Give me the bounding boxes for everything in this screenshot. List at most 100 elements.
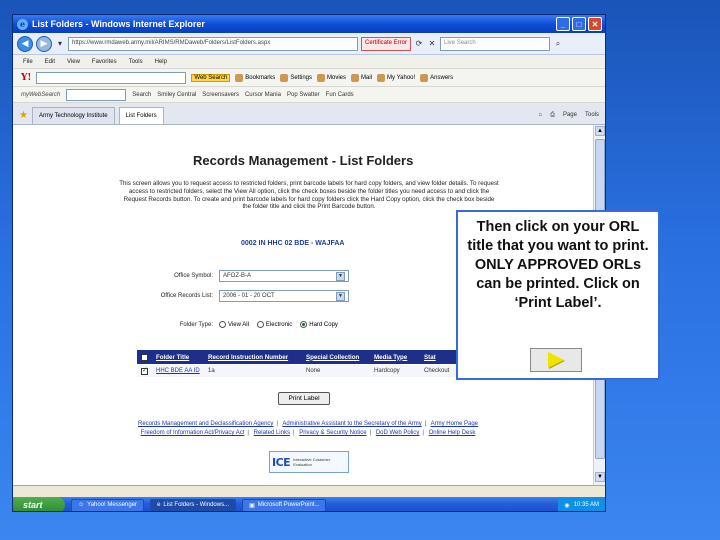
ice-logo: ICE (272, 455, 291, 469)
folder-type-view-all[interactable]: View All (219, 321, 249, 328)
taskbar: start ☺ Yahoo! Messenger e List Folders - … (13, 497, 605, 511)
menu-help[interactable]: Help (155, 59, 167, 65)
refresh-icon[interactable]: ⟳ (414, 39, 424, 49)
ice-text: Interactive Customer Evaluation (293, 457, 331, 467)
folder-type-row: Folder Type: View All Electronic Hard Co… (143, 321, 338, 328)
start-button[interactable]: start (13, 497, 65, 511)
play-arrow-icon (548, 352, 564, 368)
mail-icon (351, 73, 360, 82)
footer-link-foia[interactable]: Freedom of Information Act/Privacy Act (141, 430, 245, 436)
yahoo-search-input[interactable] (36, 71, 187, 84)
yahoo-answers-button[interactable]: Answers (420, 73, 453, 82)
yahoo-my-yahoo-button[interactable]: My Yahoo! (377, 73, 415, 82)
footer-link-help-desk[interactable]: Online Help Desk (429, 430, 476, 436)
mywebsearch-toolbar: myWebSearch Search Smiley Central Screen… (13, 87, 605, 103)
close-button[interactable]: ✕ (588, 17, 602, 31)
menu-edit[interactable]: Edit (45, 59, 55, 65)
yahoo-settings-button[interactable]: Settings (280, 73, 312, 82)
powerpoint-icon: ▣ (249, 502, 255, 509)
radio-on-icon (300, 321, 308, 328)
header-media-type[interactable]: Media Type (371, 354, 421, 361)
header-record-instruction[interactable]: Record Instruction Number (205, 354, 303, 361)
task-powerpoint[interactable]: ▣ Microsoft PowerPoint... (242, 498, 327, 511)
cell-status: Checkout (424, 368, 450, 374)
cell-special-collection: None (306, 368, 321, 374)
footer-links: Records Management and Declassification … (138, 421, 478, 436)
clock: 10:35 AM (573, 502, 599, 508)
tab-army-technology[interactable]: Army Technology Institute (31, 107, 115, 124)
tab-bar: ★ Army Technology Institute List Folders… (13, 103, 605, 125)
messenger-icon: ☺ (78, 502, 85, 508)
fun-cards-button[interactable]: Fun Cards (326, 92, 354, 98)
movies-icon (317, 73, 325, 82)
search-icon[interactable]: ⌕ (553, 39, 563, 49)
yahoo-bookmarks-button[interactable]: Bookmarks (235, 73, 275, 82)
scroll-up-icon[interactable]: ▲ (595, 126, 605, 136)
select-all-checkbox[interactable] (141, 353, 148, 361)
table-row[interactable]: HHC BDE AA ID 1a None Hardcopy Checkout (137, 365, 469, 377)
print-label-button[interactable]: Print Label (278, 392, 330, 405)
window-title: List Folders - Windows Internet Explorer (32, 19, 205, 29)
certificate-error-badge[interactable]: Certificate Error (361, 36, 412, 51)
records-list-select[interactable]: 2006 - 01 - 20 OCT ▼ (219, 290, 349, 302)
favorites-star-icon[interactable]: ★ (19, 110, 28, 124)
row-checkbox[interactable] (141, 366, 148, 375)
address-bar: ◀ ▶ ▾ https://www.rmdaweb.army.mil/ARIMS… (13, 33, 605, 55)
url-field[interactable]: https://www.rmdaweb.army.mil/ARIMS/RMDaw… (68, 36, 358, 51)
menu-tools[interactable]: Tools (129, 59, 143, 65)
mywebsearch-logo: myWebSearch (21, 91, 61, 98)
menu-view[interactable]: View (67, 59, 80, 65)
minimize-button[interactable]: _ (556, 17, 570, 31)
scroll-down-icon[interactable]: ▼ (595, 472, 605, 482)
ie-icon: e (17, 18, 28, 30)
task-yahoo-messenger[interactable]: ☺ Yahoo! Messenger (71, 498, 145, 511)
nav-dropdown-icon[interactable]: ▾ (55, 39, 65, 49)
bookmarks-icon (235, 73, 244, 82)
yahoo-mail-button[interactable]: Mail (351, 73, 372, 82)
office-symbol-row: Office Symbol: AFOZ-B-A ▼ (143, 270, 349, 282)
office-symbol-label: Office Symbol: (174, 273, 213, 279)
mywebsearch-input[interactable] (66, 88, 127, 101)
folder-type-hard-copy[interactable]: Hard Copy (300, 321, 338, 328)
header-status[interactable]: Stat (421, 354, 439, 361)
yahoo-logo[interactable]: Y! (21, 73, 31, 83)
forward-button[interactable]: ▶ (36, 35, 52, 52)
cursor-mania-button[interactable]: Cursor Mania (245, 92, 281, 98)
smiley-central-button[interactable]: Smiley Central (157, 92, 196, 98)
footer-link-aasa[interactable]: Administrative Assistant to the Secretar… (282, 421, 421, 427)
tab-list-folders[interactable]: List Folders (118, 107, 164, 124)
maximize-button[interactable]: □ (572, 17, 586, 31)
task-list-folders[interactable]: e List Folders - Windows... (150, 498, 237, 511)
folder-type-electronic[interactable]: Electronic (256, 321, 292, 328)
yahoo-web-search-button[interactable]: Web Search (191, 73, 231, 82)
footer-link-rmda[interactable]: Records Management and Declassification … (138, 421, 273, 427)
page-menu[interactable]: Page (563, 112, 577, 119)
pop-swatter-button[interactable]: Pop Swatter (287, 92, 320, 98)
mywebsearch-search-button[interactable]: Search (132, 92, 151, 98)
yahoo-movies-button[interactable]: Movies (317, 73, 346, 82)
footer-link-army-home[interactable]: Army Home Page (431, 421, 478, 427)
next-slide-button[interactable] (530, 348, 582, 372)
stop-icon[interactable]: ✕ (427, 39, 437, 49)
status-bar (13, 485, 605, 497)
footer-link-privacy[interactable]: Privacy & Security Notice (299, 430, 366, 436)
live-search-input[interactable]: Live Search (440, 36, 551, 51)
menu-file[interactable]: File (23, 59, 33, 65)
home-icon[interactable]: ⌂ (539, 112, 543, 119)
footer-link-dod-policy[interactable]: DoD Web Policy (376, 430, 420, 436)
callout-text: Then click on your ORL title that you wa… (467, 219, 649, 311)
title-bar: e List Folders - Windows Internet Explor… (13, 15, 605, 33)
print-icon[interactable]: ⎙ (550, 112, 555, 119)
footer-link-related[interactable]: Related Links (254, 430, 290, 436)
tools-menu[interactable]: Tools (585, 112, 599, 119)
records-list-label: Office Records List: (160, 293, 213, 299)
tray-icon[interactable]: ◉ (564, 502, 569, 509)
menu-favorites[interactable]: Favorites (92, 59, 117, 65)
header-special-collection[interactable]: Special Collection (303, 354, 371, 361)
header-folder-title[interactable]: Folder Title (153, 354, 205, 361)
ice-badge[interactable]: ICE Interactive Customer Evaluation (269, 451, 349, 473)
folder-title-link[interactable]: HHC BDE AA ID (153, 368, 205, 374)
office-symbol-select[interactable]: AFOZ-B-A ▼ (219, 270, 349, 282)
back-button[interactable]: ◀ (17, 35, 33, 52)
screensavers-button[interactable]: Screensavers (202, 92, 239, 98)
